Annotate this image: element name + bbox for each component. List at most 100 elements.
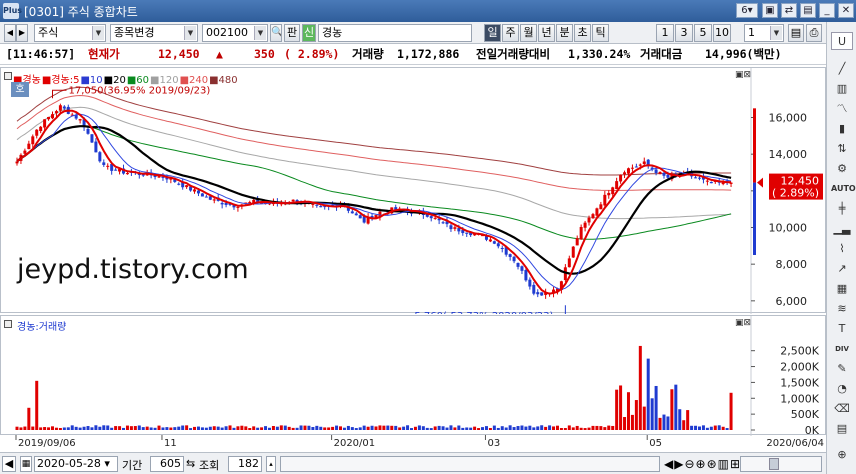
volume-bar — [382, 425, 386, 430]
candle-body — [236, 206, 240, 208]
candle-body — [319, 206, 323, 208]
volume-bar — [654, 385, 658, 430]
pan-button[interactable]: 판 — [284, 24, 300, 42]
trend-icon[interactable]: ↗ — [831, 260, 853, 278]
candle-icon[interactable]: ╪ — [831, 200, 853, 218]
volume-bar — [94, 425, 98, 430]
candle-body — [98, 152, 102, 162]
volume-bar — [236, 426, 240, 430]
price-panel[interactable]: ■경농■경농:5■10■20■60■120■240■480 호 ▣⊠ 16,00… — [0, 67, 826, 314]
volume-bar — [650, 398, 654, 430]
candle-body — [62, 106, 66, 109]
volume-panel[interactable]: 경농:거래량 ▣⊠ 2,500K 2,000K 1,500K 1,000K 500K 0K — [0, 315, 827, 436]
interval-button-4[interactable]: 10 — [713, 24, 731, 42]
stepper-icon[interactable]: ▴ — [266, 456, 276, 472]
period-tab-5[interactable]: 분 — [556, 24, 573, 42]
screen-number[interactable]: 6▾ — [736, 3, 758, 18]
lock-icon[interactable]: ▤ — [800, 3, 816, 18]
volume-bar — [366, 426, 370, 430]
volume-tool-icon[interactable]: ▁▃ — [831, 220, 853, 238]
prev-stock-icon[interactable]: ◀ — [4, 24, 16, 42]
interval-button-3[interactable]: 5 — [694, 24, 712, 42]
volume-value: 1,172,886 — [397, 47, 460, 61]
period-tab-4[interactable]: 년 — [538, 24, 555, 42]
close-icon[interactable]: ✕ — [838, 3, 854, 18]
interval-button-2[interactable]: 3 — [675, 24, 693, 42]
eraser-icon[interactable]: ⌫ — [831, 400, 853, 418]
volume-bar — [528, 425, 532, 430]
volume-bar — [682, 420, 686, 430]
volume-bar — [129, 426, 133, 430]
zigzag-icon[interactable]: ⌇ — [831, 240, 853, 258]
compare-icon[interactable]: ⇅ — [831, 140, 853, 158]
period-input[interactable]: 605 — [150, 456, 184, 472]
volume-bar — [548, 425, 552, 430]
date-input[interactable]: 2020-05-28 ▾ — [34, 456, 118, 472]
volume-bar — [697, 426, 701, 430]
save-chart-icon[interactable]: ▤ — [788, 24, 804, 42]
period-tab-7[interactable]: 틱 — [592, 24, 609, 42]
link-icon[interactable]: ⇄ — [781, 3, 797, 18]
scroll-left-icon[interactable]: ◀ — [2, 456, 16, 472]
volume-bar — [342, 427, 346, 430]
auto-icon[interactable]: AUTO — [831, 180, 856, 198]
volume-bar — [646, 358, 650, 430]
alarm-icon[interactable]: ◔ — [831, 380, 853, 398]
stock-code-input[interactable]: 002100 ▼ — [202, 24, 268, 42]
candle-body — [642, 161, 646, 165]
period-tab-6[interactable]: 초 — [574, 24, 591, 42]
candle-body — [449, 225, 453, 230]
cursor-tool-icon[interactable]: U — [831, 32, 853, 50]
search-icon[interactable]: 🔍 — [270, 24, 282, 42]
grid-icon[interactable]: ▦ — [831, 280, 853, 298]
period-tab-2[interactable]: 주 — [502, 24, 519, 42]
layer-icon[interactable]: ▤ — [831, 420, 853, 438]
view-icon[interactable]: ⇆ — [186, 457, 195, 470]
up-arrow-icon: ▲ — [216, 47, 223, 61]
memo-icon[interactable]: ✎ — [831, 360, 853, 378]
volume-bar — [157, 425, 161, 430]
volume-bar — [390, 425, 394, 430]
period-tab-1[interactable]: 일 — [484, 24, 501, 42]
interval-button-1[interactable]: 1 — [656, 24, 674, 42]
zoom-controls-icon[interactable]: ◀▶⊖⊕⊛▥⊞⊠ — [664, 457, 752, 471]
volume-bar — [43, 427, 47, 430]
low-annotation: 5,760(-53.73% 2020/03/23) — [414, 311, 553, 314]
view-count-input[interactable]: 182 — [228, 456, 262, 472]
candle-body — [595, 208, 599, 216]
text-tool-icon[interactable]: T — [831, 320, 853, 338]
next-stock-icon[interactable]: ▶ — [16, 24, 28, 42]
volume-bar — [232, 427, 236, 430]
range-bar-down — [753, 182, 756, 255]
change-stock-select[interactable]: 종목변경 ▼ — [110, 24, 198, 42]
save-icon[interactable]: ▣ — [762, 3, 778, 18]
volume-bar — [125, 425, 129, 430]
zoom-slider[interactable] — [740, 456, 822, 472]
volume-bar — [642, 406, 646, 430]
market-select[interactable]: 주식 ▼ — [34, 24, 106, 42]
candle-body — [291, 199, 295, 202]
volume-bar — [721, 426, 725, 430]
volume-bar — [47, 427, 51, 430]
volume-chart-area[interactable]: 2,500K2,000K1,500K1,000K500K0K — [1, 316, 827, 436]
line-tool-icon[interactable]: ╱ — [831, 60, 853, 78]
print-icon[interactable]: ⎙ — [806, 24, 822, 42]
volume-bar — [291, 427, 295, 430]
period-tab-3[interactable]: 월 — [520, 24, 537, 42]
volume-bar — [583, 428, 587, 430]
chart-type-icon[interactable]: ▥ — [831, 80, 853, 98]
candle-body — [662, 172, 666, 176]
chart-scrollbar[interactable] — [280, 456, 660, 472]
calendar-icon[interactable]: ▦ — [20, 456, 32, 472]
div-icon[interactable]: DIV — [831, 340, 853, 358]
fib-icon[interactable]: ≋ — [831, 300, 853, 318]
volume-bar — [536, 426, 540, 430]
indicator-icon[interactable]: 〽 — [831, 100, 853, 118]
candle-body — [615, 181, 619, 190]
minimize-icon[interactable]: _ — [819, 3, 835, 18]
settings-icon[interactable]: ⚙ — [831, 160, 853, 178]
interval-input[interactable]: 1 ▼ — [744, 24, 784, 42]
zoom-icon[interactable]: ⊕ — [831, 446, 853, 464]
bar-tool-icon[interactable]: ▮ — [831, 120, 853, 138]
zoom-slider-thumb[interactable] — [769, 458, 779, 470]
